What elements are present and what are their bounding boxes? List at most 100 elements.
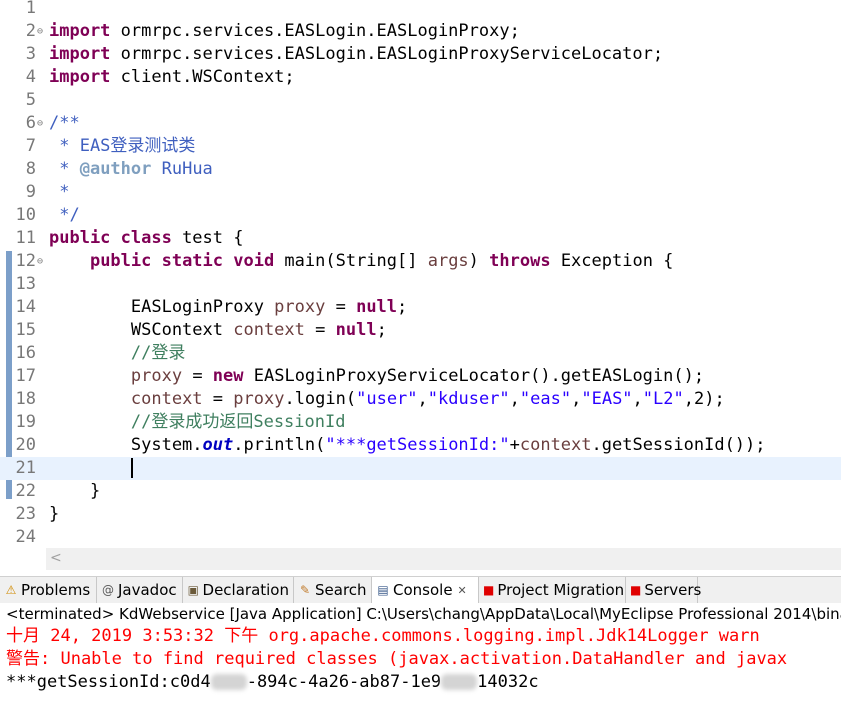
line-number: 3	[25, 44, 36, 64]
code-token: ,	[417, 389, 428, 409]
declaration-icon: ▣	[187, 583, 199, 597]
code-token: }	[49, 504, 60, 524]
code-token: //登录	[49, 343, 186, 363]
code-token: new	[212, 366, 244, 386]
fold-toggle-icon[interactable]: ⊖	[37, 250, 43, 273]
code-text: //登录	[49, 342, 185, 365]
code-token: .println(	[233, 435, 326, 455]
code-text: proxy = new EASLoginProxyServiceLocator(…	[49, 365, 704, 388]
code-line[interactable]: 18 context = proxy.login("user","kduser"…	[0, 388, 841, 411]
code-token: proxy	[233, 389, 285, 409]
tab-search[interactable]: ✎ Search	[294, 577, 372, 603]
code-token: ,	[632, 389, 643, 409]
code-line[interactable]: 1	[0, 0, 841, 20]
code-editor[interactable]: 1 2 ⊖ import ormrpc.services.EASLogin.EASLo…	[0, 0, 841, 548]
code-line[interactable]: 19 //登录成功返回SessionId	[0, 411, 841, 434]
fold-toggle-icon[interactable]: ⊖	[37, 112, 43, 135]
code-token: Exception {	[550, 251, 674, 271]
bottom-panel-tabs: ⚠ Problems @ Javadoc ▣ Declaration ✎ Search ▤ Con…	[0, 576, 841, 604]
tab-label: Declaration	[202, 581, 289, 599]
code-token: null	[335, 320, 377, 340]
code-token: "EAS"	[581, 389, 633, 409]
tab-console[interactable]: ▤ Console ✕	[372, 577, 479, 603]
code-token: WSContext	[49, 320, 234, 340]
line-number: 24	[15, 527, 36, 547]
horizontal-scrollbar[interactable]: <	[46, 548, 841, 570]
code-token: public class	[49, 228, 172, 248]
code-text: }	[49, 503, 59, 526]
console-output[interactable]: 十月 24, 2019 3:53:32 下午 org.apache.common…	[0, 625, 841, 718]
code-text: import ormrpc.services.EASLogin.EASLogin…	[49, 43, 663, 66]
code-text: context = proxy.login("user","kduser","e…	[49, 388, 725, 411]
code-token: /**	[49, 113, 80, 133]
tab-label: Javadoc	[118, 581, 177, 599]
fold-toggle-icon[interactable]: ⊖	[37, 20, 43, 43]
code-token: "***getSessionId:"	[325, 435, 510, 455]
scroll-left-icon[interactable]: <	[50, 550, 62, 566]
code-token: test {	[171, 228, 244, 248]
code-text: import ormrpc.services.EASLogin.EASLogin…	[49, 20, 520, 43]
code-line[interactable]: 9 *	[0, 181, 841, 204]
tab-problems[interactable]: ⚠ Problems	[0, 577, 97, 603]
redacted-blur	[210, 674, 247, 690]
code-token: public static void	[89, 251, 275, 271]
code-text: public static void main(String[] args) t…	[49, 250, 673, 273]
console-header: <terminated> KdWebservice [Java Applicat…	[0, 603, 841, 625]
line-number: 9	[25, 182, 36, 202]
code-line[interactable]: 15 WSContext context = null;	[0, 319, 841, 342]
code-token: context	[130, 389, 203, 409]
code-line[interactable]: 22 }	[0, 480, 841, 503]
close-icon[interactable]: ✕	[458, 584, 467, 597]
code-token: *	[49, 182, 70, 202]
code-token: "L2"	[642, 389, 684, 409]
code-text: * EAS登录测试类	[49, 135, 195, 158]
code-token: ;	[376, 320, 387, 340]
tab-project-migration[interactable]: ■ Project Migration	[479, 577, 626, 603]
code-token: import	[49, 21, 111, 41]
line-number: 19	[15, 412, 36, 432]
code-line[interactable]: 12 ⊖ public static void main(String[] arg…	[0, 250, 841, 273]
code-token: context	[519, 435, 592, 455]
code-line[interactable]: 10 */	[0, 204, 841, 227]
code-line[interactable]: 17 proxy = new EASLoginProxyServiceLocat…	[0, 365, 841, 388]
code-token: client.WSContext;	[110, 67, 295, 87]
code-line[interactable]: 3 import ormrpc.services.EASLogin.EASLogi…	[0, 43, 841, 66]
console-line: ***getSessionId:c0d4 -894c-4a26-ab87-1e9 1…	[6, 672, 539, 692]
code-line[interactable]: 20 System.out.println("***getSessionId:"…	[0, 434, 841, 457]
code-line[interactable]: 24	[0, 526, 841, 548]
code-token: RuHua	[151, 159, 213, 179]
code-line[interactable]: 6 ⊖ /**	[0, 112, 841, 135]
tab-label: Console	[393, 581, 453, 599]
code-token: }	[49, 481, 101, 501]
tab-javadoc[interactable]: @ Javadoc	[97, 577, 183, 603]
code-line[interactable]: 11 public class test {	[0, 227, 841, 250]
code-token: EASLoginProxyServiceLocator().getEASLogi…	[243, 366, 705, 386]
search-icon: ✎	[299, 583, 311, 597]
code-token: "kduser"	[427, 389, 510, 409]
code-line[interactable]: 23}	[0, 503, 841, 526]
code-line[interactable]: 2 ⊖ import ormrpc.services.EASLogin.EASLog…	[0, 20, 841, 43]
code-line[interactable]: 7 * EAS登录测试类	[0, 135, 841, 158]
line-number: 18	[15, 389, 36, 409]
code-line[interactable]: 8 * @author RuHua	[0, 158, 841, 181]
code-line[interactable]: 14 EASLoginProxy proxy = null;	[0, 296, 841, 319]
code-line[interactable]: 5	[0, 89, 841, 112]
code-token: ,	[509, 389, 520, 409]
code-token: )	[468, 251, 490, 271]
code-token: null	[356, 297, 398, 317]
code-text: *	[49, 181, 69, 204]
code-line[interactable]: 4 import client.WSContext;	[0, 66, 841, 89]
line-number: 6	[25, 113, 36, 133]
tab-servers[interactable]: ■ Servers	[626, 577, 701, 603]
code-line[interactable]: 21	[0, 457, 841, 480]
line-number: 5	[25, 90, 36, 110]
redacted-blur	[441, 674, 478, 690]
code-line[interactable]: 16 //登录	[0, 342, 841, 365]
line-number: 15	[15, 320, 36, 340]
tab-declaration[interactable]: ▣ Declaration	[183, 577, 294, 603]
code-text: import client.WSContext;	[49, 66, 295, 89]
code-line[interactable]: 13	[0, 273, 841, 296]
